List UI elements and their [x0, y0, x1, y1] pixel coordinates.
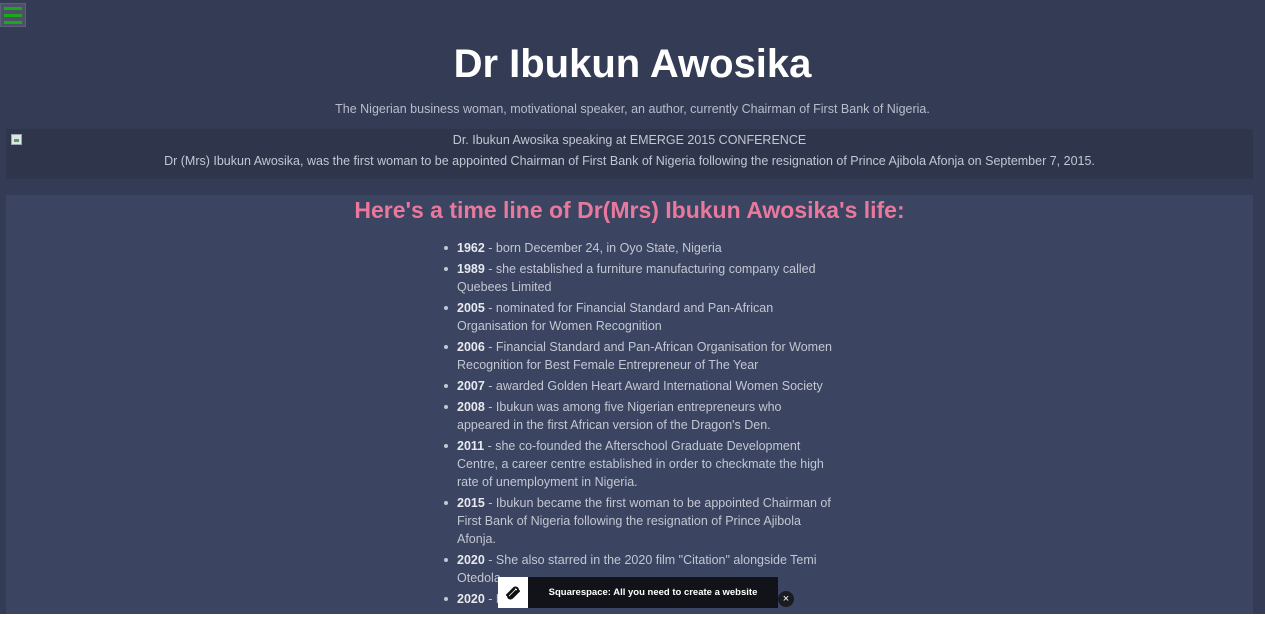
timeline-text: - Financial Standard and Pan-African Org…	[457, 340, 832, 372]
hamburger-menu-icon-bar	[4, 13, 22, 17]
timeline-text: - she co-founded the Afterschool Graduat…	[457, 439, 824, 489]
timeline-text: - Ibukun became the first woman to be ap…	[457, 496, 831, 546]
timeline-text: - awarded Golden Heart Award Internation…	[484, 379, 823, 393]
timeline-year: 2008	[457, 400, 485, 414]
timeline-item: 2015 - Ibukun became the first woman to …	[444, 494, 837, 548]
timeline-item: 2007 - awarded Golden Heart Award Intern…	[444, 377, 837, 395]
timeline-year: 1962	[457, 241, 485, 255]
page-subtitle: The Nigerian business woman, motivationa…	[335, 102, 930, 116]
timeline-item: 2011 - she co-founded the Afterschool Gr…	[444, 437, 837, 491]
timeline-year: 2015	[457, 496, 485, 510]
timeline-text: - she established a furniture manufactur…	[457, 262, 816, 294]
timeline-list: 1962 - born December 24, in Oyo State, N…	[444, 239, 837, 611]
timeline-item: 2008 - Ibukun was among five Nigerian en…	[444, 398, 837, 434]
timeline-year: 2005	[457, 301, 485, 315]
timeline-year: 2007	[457, 379, 485, 393]
image-caption: Dr. Ibukun Awosika speaking at EMERGE 20…	[452, 133, 807, 147]
hamburger-menu-icon-bar	[4, 6, 22, 10]
ad-text: Squarespace: All you need to create a we…	[548, 587, 758, 598]
hamburger-menu-icon-bar	[4, 20, 22, 24]
timeline-year: 2011	[457, 439, 485, 453]
timeline-year: 1989	[457, 262, 485, 276]
timeline-item: 1962 - born December 24, in Oyo State, N…	[444, 239, 837, 257]
image-description: Dr (Mrs) Ibukun Awosika, was the first w…	[164, 154, 1095, 168]
timeline-section: Here's a time line of Dr(Mrs) Ibukun Awo…	[6, 195, 1253, 617]
ad-close-button[interactable]: ×	[778, 591, 794, 607]
timeline-year: 2020	[457, 553, 485, 567]
timeline-text: - born December 24, in Oyo State, Nigeri…	[484, 241, 722, 255]
page-title: Dr Ibukun Awosika	[453, 42, 812, 86]
timeline-text: - Ibukun was among five Nigerian entrepr…	[457, 400, 782, 432]
squarespace-ad-banner[interactable]: Squarespace: All you need to create a we…	[498, 577, 778, 608]
timeline-text: - nominated for Financial Standard and P…	[457, 301, 774, 333]
timeline-heading: Here's a time line of Dr(Mrs) Ibukun Awo…	[354, 197, 905, 223]
squarespace-logo-icon	[498, 577, 528, 608]
hamburger-menu-button[interactable]	[0, 3, 26, 27]
timeline-year: 2006	[457, 340, 485, 354]
timeline-item: 2006 - Financial Standard and Pan-Africa…	[444, 338, 837, 374]
timeline-item: 1989 - she established a furniture manuf…	[444, 260, 837, 296]
timeline-item: 2005 - nominated for Financial Standard …	[444, 299, 837, 335]
image-section: Dr. Ibukun Awosika speaking at EMERGE 20…	[6, 129, 1253, 179]
timeline-year: 2020	[457, 592, 485, 606]
